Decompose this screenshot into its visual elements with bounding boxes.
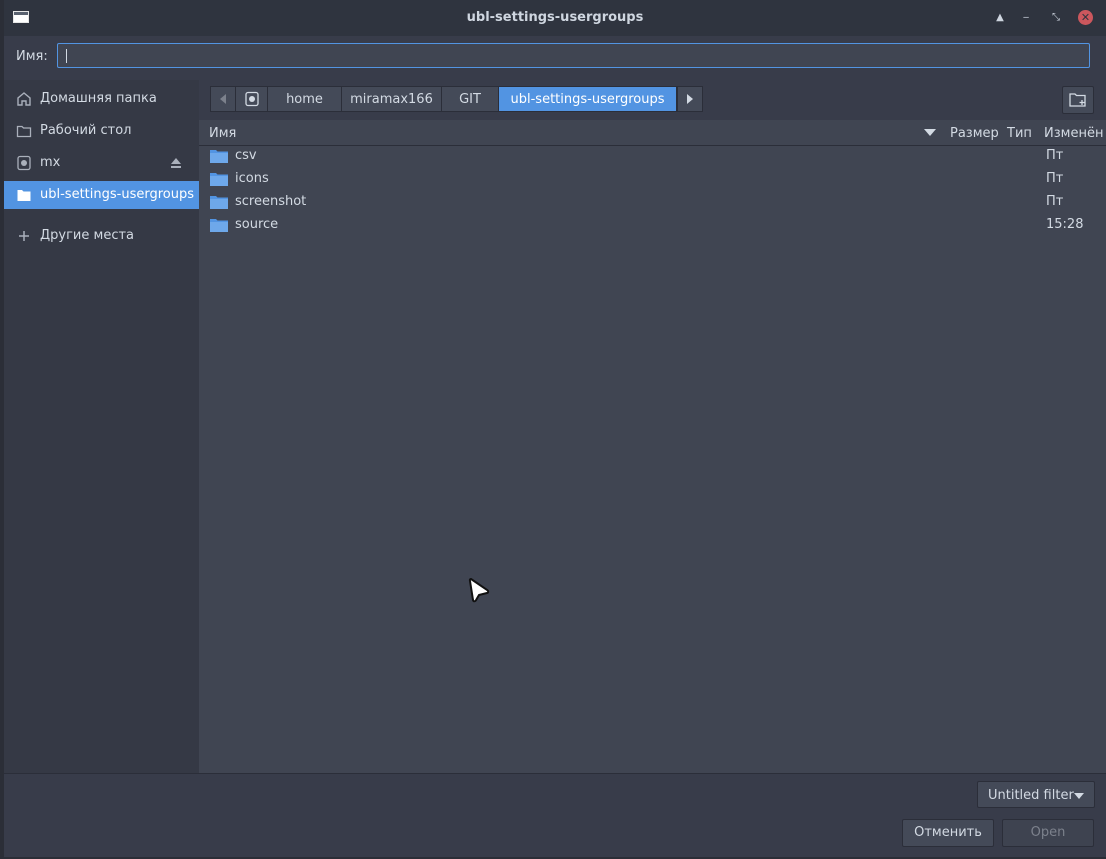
sidebar-item-label: ubl-settings-usergroups: [40, 187, 194, 202]
file-row[interactable]: csv Пт: [199, 145, 1106, 168]
filter-label: Untitled filter: [988, 788, 1074, 803]
folder-icon: [210, 219, 228, 232]
sidebar-item-desktop[interactable]: Рабочий стол: [4, 117, 199, 145]
title-bar[interactable]: ubl-settings-usergroups ▲ ‒ ⤡ ✕: [4, 0, 1106, 36]
column-modified[interactable]: Изменён: [1044, 126, 1103, 141]
close-button[interactable]: ✕: [1078, 10, 1093, 25]
path-crumb-git[interactable]: GIT: [442, 86, 499, 112]
sidebar-item-home[interactable]: Домашняя папка: [4, 85, 199, 113]
sidebar-item-label: mx: [40, 155, 61, 170]
shade-button[interactable]: ▲: [991, 9, 1009, 27]
column-name[interactable]: Имя: [209, 126, 236, 141]
chevron-left-icon: [220, 94, 226, 104]
file-name: csv: [235, 148, 257, 163]
file-row[interactable]: source 15:28: [199, 214, 1106, 237]
action-bar: Отменить Open: [4, 813, 1106, 857]
drive-icon: [244, 91, 259, 107]
file-modified: Пт: [1046, 171, 1064, 186]
folder-icon: [210, 150, 228, 163]
file-row[interactable]: screenshot Пт: [199, 191, 1106, 214]
name-bar: Имя:: [4, 36, 1106, 80]
path-crumb-miramax166[interactable]: miramax166: [342, 86, 442, 112]
sidebar-item-label: Домашняя папка: [40, 91, 157, 106]
column-type[interactable]: Тип: [1007, 126, 1032, 141]
path-crumb-home[interactable]: home: [268, 86, 342, 112]
drive-icon: [17, 155, 31, 171]
folder-icon: [16, 125, 32, 138]
content-area: home miramax166 GIT ubl-settings-usergro…: [199, 80, 1106, 773]
sidebar-item-mx[interactable]: mx: [4, 149, 199, 177]
file-name: icons: [235, 171, 269, 186]
folder-icon: [210, 196, 228, 209]
filter-bar: Untitled filter: [4, 773, 1106, 813]
file-modified: Пт: [1046, 194, 1064, 209]
chevron-down-icon: [1074, 793, 1084, 799]
sidebar-item-other-locations[interactable]: Другие места: [4, 222, 199, 250]
window-title: ubl-settings-usergroups: [466, 10, 644, 25]
path-scroll-right-button[interactable]: [677, 86, 703, 112]
column-header: Имя Размер Тип Изменён: [199, 120, 1106, 146]
mouse-cursor-icon: [468, 578, 490, 603]
path-scroll-left-button[interactable]: [210, 86, 236, 112]
file-row[interactable]: icons Пт: [199, 168, 1106, 191]
restore-button[interactable]: ⤡: [1047, 9, 1065, 27]
path-root-button[interactable]: [236, 86, 268, 112]
home-icon: [17, 92, 31, 106]
path-crumb-ubl-settings-usergroups[interactable]: ubl-settings-usergroups: [499, 86, 677, 112]
eject-icon[interactable]: [170, 157, 182, 169]
path-bar: home miramax166 GIT ubl-settings-usergro…: [199, 80, 1106, 120]
sort-descending-icon: [924, 129, 936, 136]
file-name: screenshot: [235, 194, 307, 209]
plus-icon: [19, 231, 29, 241]
filter-dropdown[interactable]: Untitled filter: [977, 781, 1095, 808]
folder-icon: [210, 173, 228, 186]
file-list[interactable]: Имя Размер Тип Изменён csv Пт icons Пт s…: [199, 120, 1106, 773]
name-label: Имя:: [16, 49, 48, 64]
column-size[interactable]: Размер: [950, 126, 999, 141]
chevron-right-icon: [687, 94, 693, 104]
file-modified: 15:28: [1046, 217, 1084, 232]
file-name: source: [235, 217, 279, 232]
new-folder-button[interactable]: [1062, 86, 1094, 114]
open-button[interactable]: Open: [1002, 819, 1094, 847]
places-sidebar: Домашняя папка Рабочий стол mx ubl-setti…: [4, 80, 199, 773]
filename-input[interactable]: [57, 43, 1090, 68]
sidebar-item-ubl-settings-usergroups[interactable]: ubl-settings-usergroups: [4, 181, 199, 209]
new-folder-icon: [1069, 93, 1086, 107]
sidebar-item-label: Другие места: [40, 228, 135, 243]
text-caret: [66, 49, 67, 63]
file-modified: Пт: [1046, 148, 1064, 163]
minimize-button[interactable]: ‒: [1017, 9, 1035, 27]
sidebar-item-label: Рабочий стол: [40, 123, 132, 138]
cancel-button[interactable]: Отменить: [902, 819, 994, 847]
folder-icon: [17, 190, 31, 201]
file-chooser-dialog: ubl-settings-usergroups ▲ ‒ ⤡ ✕ Имя: Дом…: [4, 0, 1106, 857]
